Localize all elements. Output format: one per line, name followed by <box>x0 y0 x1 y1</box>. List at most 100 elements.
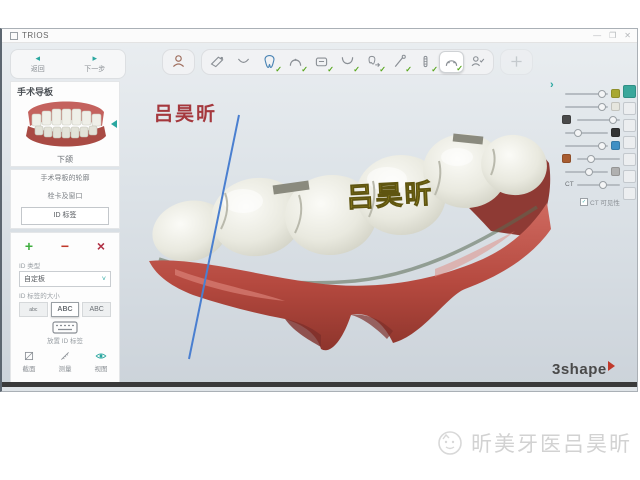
id-size-option-button[interactable]: ABC <box>50 302 80 317</box>
viewport-tool-button[interactable]: 测量 <box>59 350 72 373</box>
tooth-design-icon <box>265 56 274 68</box>
slider-track[interactable] <box>565 167 608 176</box>
toolbar-step-button[interactable]: ✓ <box>361 51 386 74</box>
collapse-panel-chevron-icon[interactable]: › <box>550 79 554 91</box>
model-icon <box>316 58 326 66</box>
view-preset-button[interactable] <box>623 170 636 183</box>
visibility-slider[interactable] <box>562 165 620 178</box>
next-arrow-icon: ▸ <box>92 53 98 63</box>
slider-track[interactable] <box>565 89 608 98</box>
check-icon: ✓ <box>456 64 463 73</box>
check-icon: ✓ <box>405 65 412 74</box>
visibility-slider[interactable] <box>562 113 620 126</box>
toolbar-step-button[interactable]: ✓ <box>309 51 334 74</box>
slider-handle[interactable] <box>597 102 606 111</box>
surgical-guide-model[interactable]: 吕昊昕 <box>135 109 555 365</box>
patient-icon <box>173 56 183 67</box>
check-icon: ✓ <box>275 65 282 74</box>
add-id-button[interactable]: + <box>19 237 39 255</box>
check-icon: ✓ <box>379 65 386 74</box>
slider-handle[interactable] <box>586 154 595 163</box>
visibility-slider[interactable]: CT <box>562 178 620 191</box>
slider-label: CT <box>565 181 574 188</box>
check-icon: ✓ <box>353 65 360 74</box>
window-title: TRIOS <box>22 31 49 40</box>
nav-panel: ◂ 返回 ▸ 下一步 <box>10 49 126 79</box>
viewport-tool-button[interactable]: 截面 <box>23 350 36 373</box>
view-preset-button[interactable] <box>623 85 636 98</box>
view-preset-button[interactable] <box>623 187 636 200</box>
visibility-slider[interactable] <box>562 139 620 152</box>
slider-track[interactable] <box>577 115 620 124</box>
slider-track[interactable] <box>577 154 620 163</box>
smile-icon <box>238 59 248 62</box>
delete-id-button[interactable]: × <box>91 237 111 255</box>
ct-visibility-checkbox[interactable]: ✓ CT 可见性 <box>580 197 620 207</box>
ct-visibility-label: CT 可见性 <box>590 200 620 207</box>
id-size-option-button[interactable]: abc <box>19 302 48 317</box>
toolbar-trail-group: ✓ <box>500 49 533 75</box>
toolbar-step-button[interactable]: ✓ <box>205 51 230 73</box>
sidebar-menu-item[interactable]: 手术导板的轮廓 <box>11 170 119 188</box>
view-preset-button[interactable] <box>623 119 636 132</box>
remove-id-button[interactable]: − <box>55 237 75 255</box>
place-id-tag-button[interactable]: 放置 ID 标签 <box>11 321 119 345</box>
layer-color-chip <box>611 89 620 98</box>
back-button[interactable]: ◂ 返回 <box>31 54 45 74</box>
flip-view-arrow-icon[interactable] <box>111 120 117 128</box>
layer-color-chip <box>562 154 571 163</box>
tooth-flow-icon <box>369 56 379 66</box>
slider-handle[interactable] <box>597 89 606 98</box>
minimize-button[interactable]: — <box>593 30 601 41</box>
view-preset-button[interactable] <box>623 102 636 115</box>
toolbar-step-button[interactable]: ✓ <box>166 51 191 73</box>
chevron-down-icon: ˅ <box>101 275 106 283</box>
checkbox-icon: ✓ <box>580 198 588 206</box>
title-bar: TRIOS — ❐ ✕ <box>2 29 637 43</box>
slider-track[interactable] <box>576 180 620 189</box>
toolbar-step-button[interactable]: ✓ <box>387 51 412 74</box>
toolbar-step-button[interactable]: ✓ <box>439 51 464 73</box>
view-preset-button[interactable] <box>623 136 636 149</box>
sidebar-menu-item[interactable]: ID 标签 <box>21 207 109 225</box>
visibility-slider[interactable] <box>562 152 620 165</box>
slider-handle[interactable] <box>598 180 607 189</box>
next-label: 下一步 <box>84 66 106 73</box>
slider-handle[interactable] <box>597 141 606 150</box>
view-preset-column <box>623 85 636 200</box>
toolbar-step-button[interactable]: ✓ <box>283 51 308 74</box>
toolbar-step-button[interactable]: ✓ <box>335 51 360 74</box>
layer-color-chip <box>611 128 620 137</box>
arch-icon <box>290 59 300 66</box>
view-preset-button[interactable] <box>623 153 636 166</box>
viewport-tool-label: 视图 <box>94 366 108 373</box>
slider-track[interactable] <box>565 128 608 137</box>
toolbar-step-button[interactable]: ✓ <box>413 51 438 74</box>
viewport-tool-button[interactable]: 视图 <box>95 350 108 373</box>
toolbar-step-button[interactable]: ✓ <box>257 51 282 74</box>
toolbar-step-group: ✓ ✓ ✓ ✓ ✓ ✓ ✓ ✓ <box>201 49 494 75</box>
implant-icon <box>424 56 427 66</box>
slider-handle[interactable] <box>609 115 618 124</box>
check-icon: ✓ <box>301 65 308 74</box>
next-button[interactable]: ▸ 下一步 <box>84 54 105 74</box>
toolbar-lead-group: ✓ <box>162 49 195 75</box>
slider-track[interactable] <box>565 141 608 150</box>
maximize-button[interactable]: ❐ <box>609 30 616 41</box>
close-button[interactable]: ✕ <box>624 30 631 41</box>
slider-handle[interactable] <box>573 128 582 137</box>
slider-handle[interactable] <box>584 167 593 176</box>
sidebar-menu-item[interactable]: 栓卡及窗口 <box>11 188 119 206</box>
toolbar-step-button[interactable]: ✓ <box>465 51 490 73</box>
jaw-preview-image <box>26 101 106 147</box>
id-type-select[interactable]: 自定板 ˅ <box>19 271 111 287</box>
id-size-option-button[interactable]: ABC <box>82 302 112 317</box>
visibility-slider[interactable] <box>562 126 620 139</box>
toolbar-step-button[interactable]: ✓ <box>231 51 256 73</box>
visibility-slider[interactable] <box>562 100 620 113</box>
slider-track[interactable] <box>565 102 608 111</box>
visibility-slider[interactable] <box>562 87 620 100</box>
back-arrow-icon: ◂ <box>35 53 41 63</box>
export-icon <box>511 56 521 66</box>
toolbar-step-button[interactable]: ✓ <box>504 51 529 73</box>
